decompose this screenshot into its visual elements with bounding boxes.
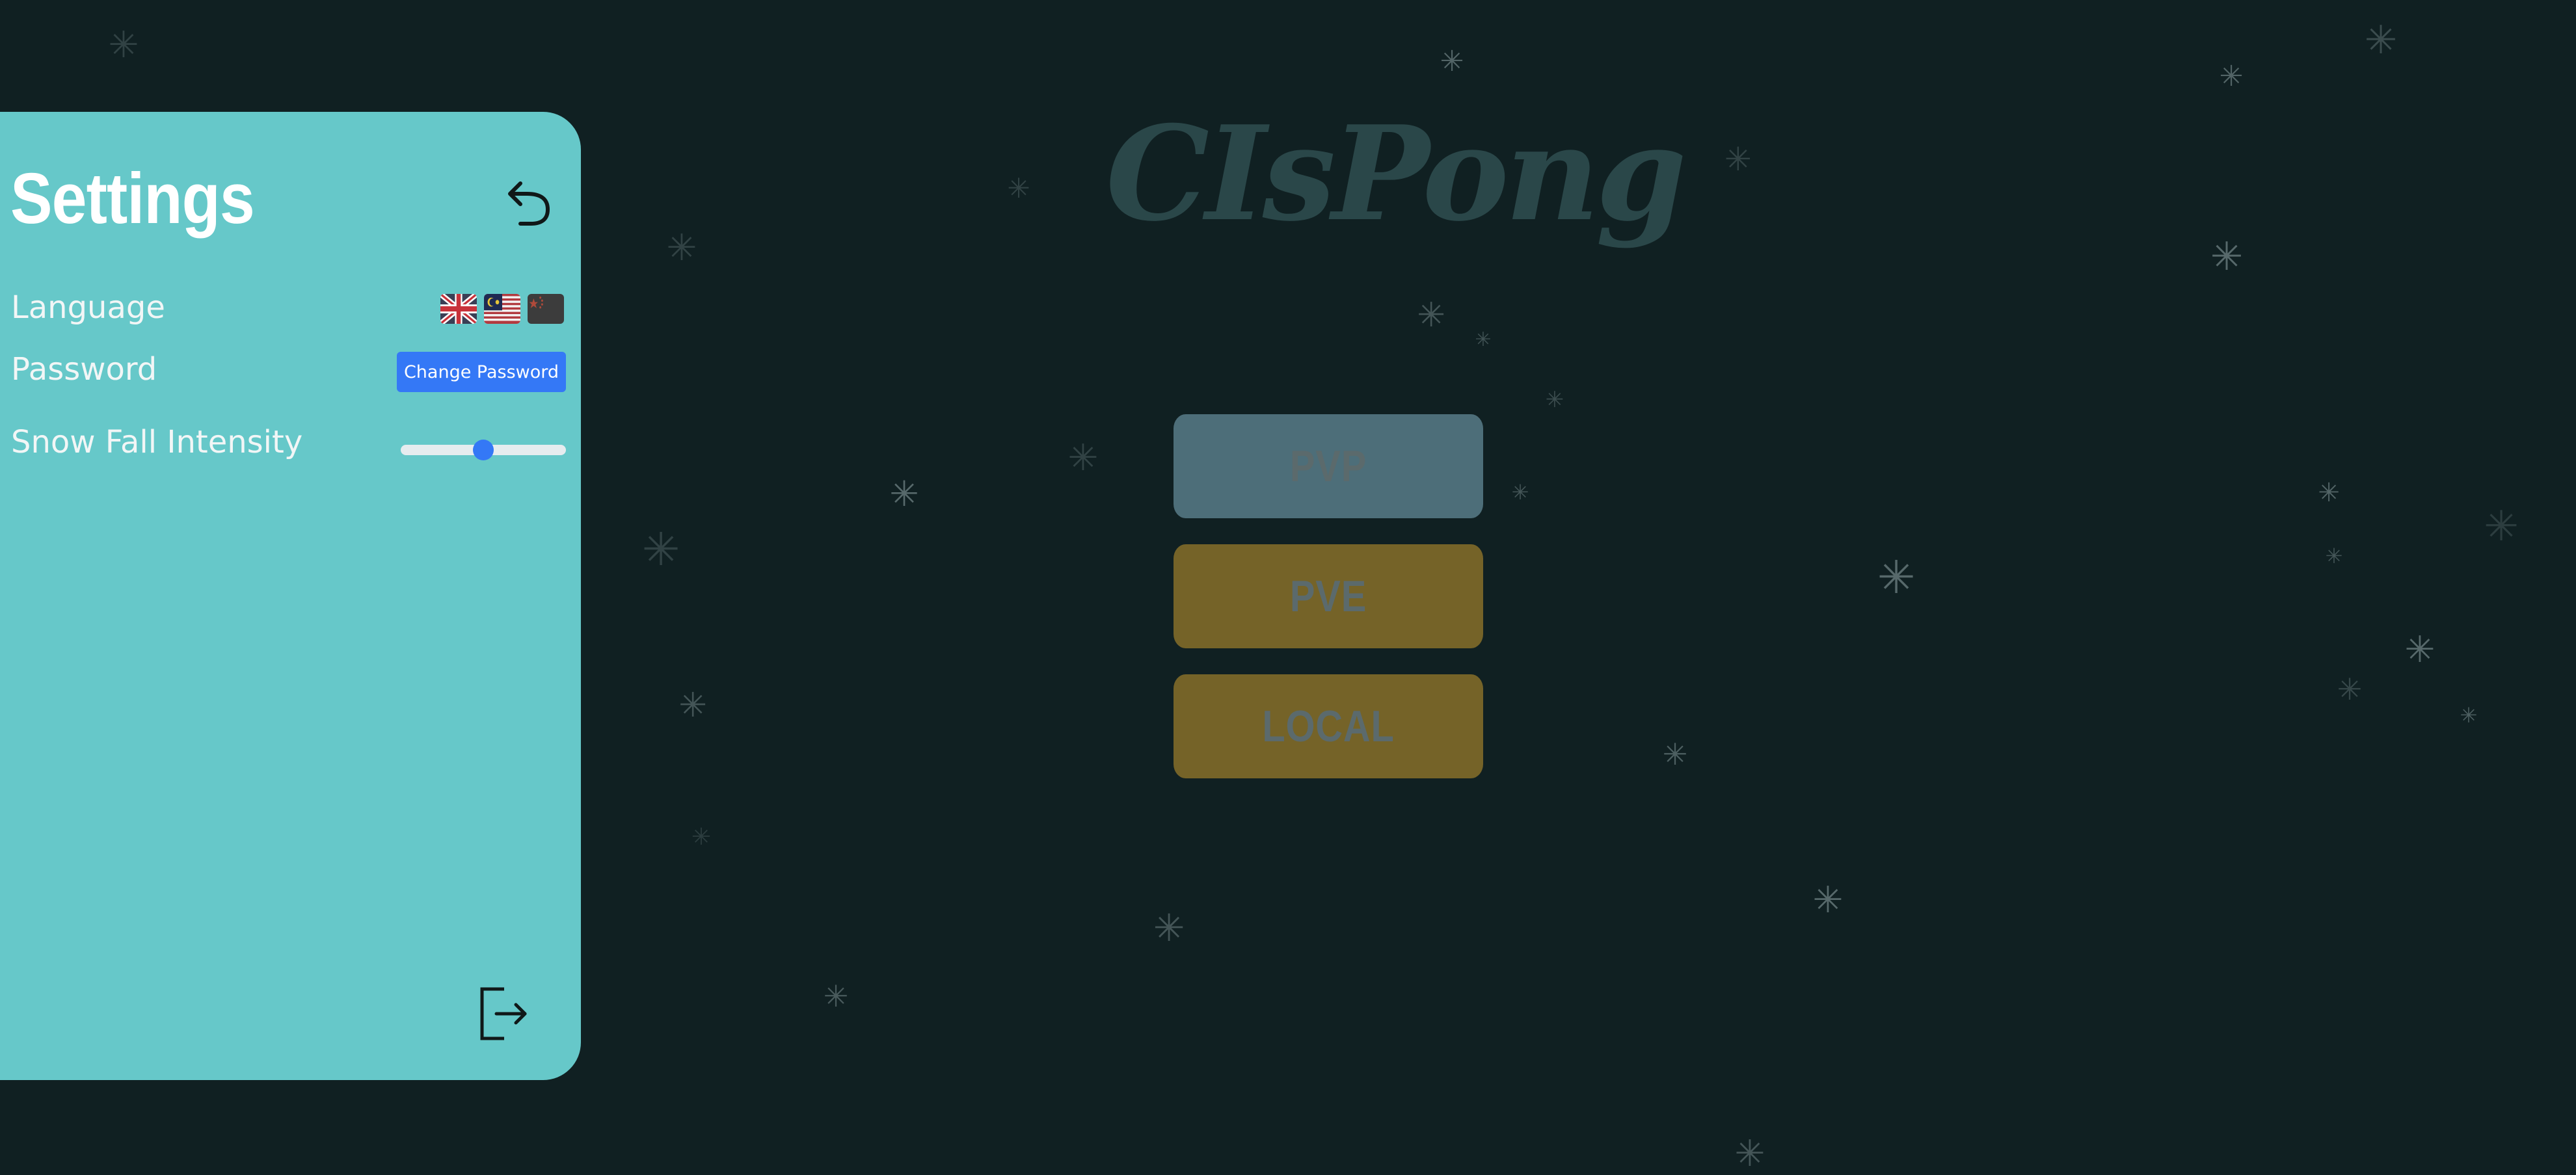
snowflake-icon: ✳ <box>1153 906 1185 950</box>
uk-flag-icon[interactable] <box>440 294 477 324</box>
language-label: Language <box>11 289 165 326</box>
snowflake-icon: ✳ <box>2484 503 2519 551</box>
snowflake-icon: ✳ <box>2337 672 2363 707</box>
snowflake-icon: ✳ <box>823 979 849 1014</box>
snowflake-icon: ✳ <box>2364 18 2398 63</box>
snowflake-icon: ✳ <box>678 686 707 725</box>
snowflake-icon: ✳ <box>2460 703 2478 728</box>
local-mode-button[interactable]: LOCAL <box>1174 674 1483 778</box>
snowflake-icon: ✳ <box>2318 478 2340 508</box>
settings-panel: Settings Language Password Change Passwo… <box>0 112 581 1080</box>
snowflake-icon: ✳ <box>1724 140 1752 178</box>
snowflake-icon: ✳ <box>1475 328 1492 351</box>
undo-arrow-icon[interactable] <box>501 177 559 235</box>
snowflake-icon: ✳ <box>2404 629 2435 671</box>
snowflake-icon: ✳ <box>2210 234 2244 280</box>
snowflake-icon: ✳ <box>1417 296 1445 335</box>
pvp-mode-button[interactable]: PVP <box>1174 414 1483 518</box>
pve-mode-label: PVE <box>1289 572 1367 621</box>
snowflake-icon: ✳ <box>2219 60 2244 93</box>
snowflake-icon: ✳ <box>1545 387 1564 413</box>
snowflake-icon: ✳ <box>889 473 919 514</box>
snowflake-icon: ✳ <box>2325 544 2343 568</box>
snowflake-icon: ✳ <box>1877 551 1916 604</box>
snowflake-icon: ✳ <box>641 523 680 576</box>
snow-intensity-slider[interactable] <box>401 440 566 460</box>
snowflake-icon: ✳ <box>1511 480 1529 505</box>
snow-intensity-slider-thumb[interactable] <box>473 440 494 460</box>
pve-mode-button[interactable]: PVE <box>1174 544 1483 648</box>
local-mode-label: LOCAL <box>1262 702 1395 751</box>
malaysia-flag-icon[interactable] <box>484 294 520 324</box>
snowflake-icon: ✳ <box>1440 45 1464 78</box>
snowflake-icon: ✳ <box>1662 737 1688 772</box>
snowflake-icon: ✳ <box>1734 1133 1765 1175</box>
snowflake-icon: ✳ <box>108 24 139 66</box>
password-label: Password <box>11 351 157 388</box>
logout-icon[interactable] <box>478 985 530 1042</box>
snowflake-icon: ✳ <box>1812 879 1844 921</box>
pvp-mode-label: PVP <box>1289 442 1367 491</box>
snowflake-icon: ✳ <box>1067 437 1099 479</box>
settings-title: Settings <box>10 159 255 239</box>
snow-intensity-label: Snow Fall Intensity <box>11 424 303 460</box>
snowflake-icon: ✳ <box>1007 172 1030 204</box>
snowflake-icon: ✳ <box>666 227 697 269</box>
china-flag-icon[interactable] <box>528 294 564 324</box>
game-title: CIsPong <box>1106 98 1687 250</box>
snowflake-icon: ✳ <box>691 824 712 851</box>
change-password-button[interactable]: Change Password <box>397 352 566 392</box>
